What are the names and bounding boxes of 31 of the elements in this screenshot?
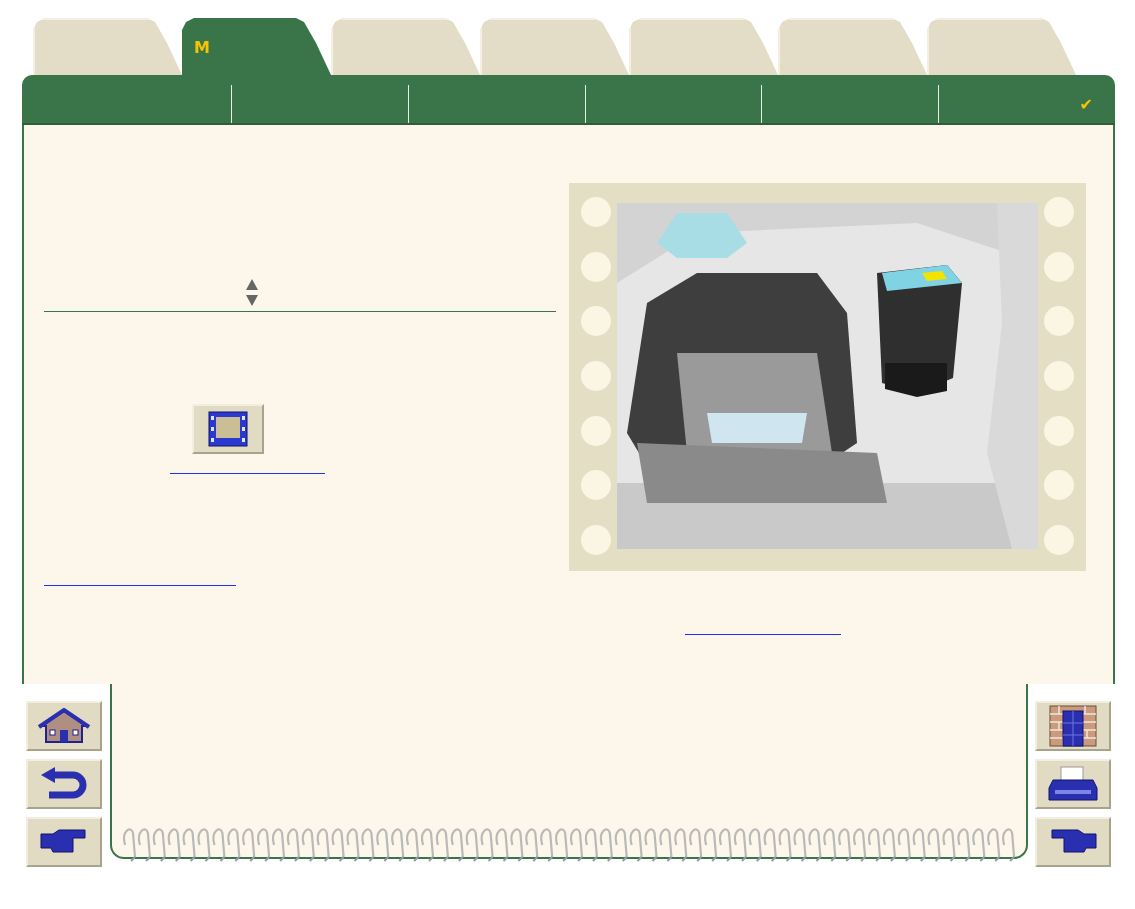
film-hole [1044, 524, 1074, 555]
brick-door-icon [1049, 705, 1097, 747]
film-hole [581, 360, 611, 391]
forward-button[interactable] [1035, 817, 1111, 867]
film-hole [581, 415, 611, 446]
film-hole [1044, 197, 1074, 227]
film-hole [581, 524, 611, 555]
contents-button[interactable] [1035, 701, 1111, 751]
film-hole [1044, 415, 1074, 446]
back-button[interactable] [26, 759, 102, 809]
up-down-arrows-icon[interactable] [246, 279, 258, 307]
return-arrow-icon [39, 767, 89, 801]
tab[interactable]: M [182, 18, 331, 75]
film-hole [581, 470, 611, 501]
next-page-button[interactable] [26, 817, 102, 867]
home-button[interactable] [26, 701, 102, 751]
film-hole [581, 251, 611, 282]
pointing-hand-icon [1048, 828, 1098, 856]
check-mark: ✔ [1079, 94, 1093, 114]
film-hole [1044, 470, 1074, 501]
house-icon [36, 708, 92, 744]
film-hole [581, 306, 611, 337]
pointing-hand-icon [39, 828, 89, 856]
video-button[interactable] [192, 404, 264, 454]
film-hole [581, 197, 611, 227]
film-hole [1044, 251, 1074, 282]
printer-icon [1047, 766, 1099, 802]
film-hole [1044, 306, 1074, 337]
film-hole [1044, 360, 1074, 391]
print-button[interactable] [1035, 759, 1111, 809]
film-icon [208, 411, 248, 447]
